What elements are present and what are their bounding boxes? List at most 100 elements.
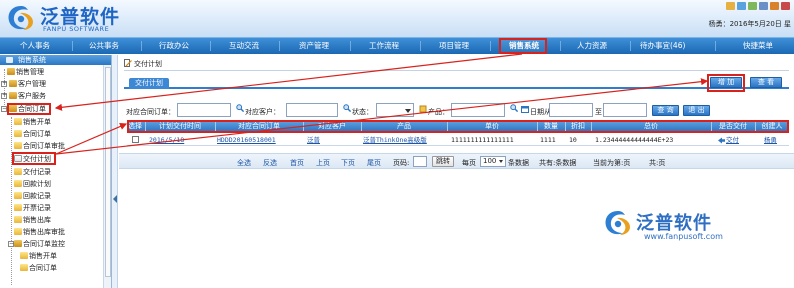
- query-button[interactable]: 查 询: [652, 105, 679, 116]
- sidebar-item-service[interactable]: 客户服务: [9, 92, 46, 101]
- per-page-suffix: 条数据: [508, 159, 529, 167]
- date-to-input[interactable]: [603, 103, 647, 117]
- cell-plan-date[interactable]: 2016/5/18: [149, 135, 213, 145]
- cell-order[interactable]: HDDD20160518001: [217, 135, 301, 145]
- nav-projects[interactable]: 项目管理: [439, 38, 469, 54]
- folder-icon: [14, 168, 22, 175]
- fanpu-logo-icon: [8, 6, 33, 31]
- customer-filter-input[interactable]: [286, 103, 338, 117]
- cell-price: 1111111111111111: [451, 136, 514, 144]
- sidebar-collapse-handle[interactable]: [112, 55, 118, 288]
- date-from-input[interactable]: [549, 103, 593, 117]
- table-header-highlight: [127, 120, 789, 133]
- cell-product[interactable]: 泛普ThinkOne高级版: [363, 135, 447, 145]
- sidebar-item-monitor-sales[interactable]: 销售开单: [20, 252, 57, 261]
- user-icon[interactable]: [759, 2, 768, 10]
- first-page-link[interactable]: 首页: [290, 158, 304, 168]
- chevron-down-icon: [499, 160, 503, 163]
- total-records: 共有:条数据: [539, 159, 577, 167]
- cell-customer[interactable]: 泛普: [307, 135, 357, 145]
- add-button[interactable]: 增 加: [710, 77, 742, 88]
- select-all-link[interactable]: 全选: [237, 158, 251, 168]
- expand-icon[interactable]: +: [1, 81, 7, 87]
- sidebar-header[interactable]: 销售系统: [0, 55, 111, 65]
- per-page-select[interactable]: 100: [480, 156, 506, 167]
- nav-workflow[interactable]: 工作流程: [369, 38, 399, 54]
- sidebar-item-monitor-contract[interactable]: 合同订单: [20, 264, 57, 273]
- last-page-link[interactable]: 尾页: [367, 158, 381, 168]
- order-filter-input[interactable]: [177, 103, 231, 117]
- nav-interaction[interactable]: 互动交流: [229, 38, 259, 54]
- status-filter-select[interactable]: [376, 103, 414, 117]
- nav-shortcuts[interactable]: 快捷菜单: [743, 38, 773, 54]
- exit-button[interactable]: 退 出: [683, 105, 710, 116]
- nav-admin-office[interactable]: 行政办公: [159, 38, 189, 54]
- calendar-icon: [521, 106, 529, 113]
- mail-icon[interactable]: [748, 2, 757, 10]
- search-icon[interactable]: [510, 104, 518, 112]
- product-filter-input[interactable]: [451, 103, 505, 117]
- search-icon[interactable]: [343, 104, 351, 112]
- jump-button[interactable]: 跳转: [432, 156, 454, 167]
- sidebar-item-outbound-approval[interactable]: 销售出库审批: [14, 228, 65, 237]
- sidebar-item-payment-plan[interactable]: 回款计划: [14, 180, 51, 189]
- book-icon: [14, 240, 22, 247]
- nav-separator: [279, 41, 280, 51]
- prev-page-link[interactable]: 上页: [316, 158, 330, 168]
- nav-todo[interactable]: 待办事宜(46): [640, 38, 685, 54]
- sidebar-item-contract-order[interactable]: 合同订单: [14, 130, 51, 139]
- folder-icon: [14, 118, 22, 125]
- customer-filter-label: 对应客户：: [245, 108, 280, 116]
- folder-icon: [14, 142, 22, 149]
- view-button[interactable]: 查 看: [750, 77, 782, 88]
- table-row[interactable]: 2016/5/18 HDDD20160518001 泛普 泛普ThinkOne高…: [127, 133, 789, 146]
- sidebar-item-contract-monitor[interactable]: 合同订单监控: [14, 240, 65, 249]
- deliver-link[interactable]: 交付: [726, 135, 752, 145]
- sidebar-item-label: 合同订单监控: [23, 240, 65, 248]
- help-icon[interactable]: [770, 2, 779, 10]
- nav-separator: [72, 41, 73, 51]
- tree-line: [11, 117, 12, 285]
- sidebar-scrollbar[interactable]: [103, 65, 111, 288]
- nav-sales[interactable]: 销售系统: [509, 38, 539, 54]
- sidebar-item-contract-approval[interactable]: 合同订单审批: [14, 142, 65, 151]
- book-icon: [9, 80, 17, 87]
- cell-discount: 10: [569, 136, 577, 144]
- status-filter-label: 状态：: [352, 108, 373, 116]
- search-icon[interactable]: [236, 104, 244, 112]
- sidebar-item-label: 合同订单审批: [23, 142, 65, 150]
- next-page-link[interactable]: 下页: [341, 158, 355, 168]
- sidebar-item-sales-order[interactable]: 销售开单: [14, 118, 51, 127]
- sidebar-item-payment-record[interactable]: 回款记录: [14, 192, 51, 201]
- module-icon: [6, 57, 13, 63]
- collapse-arrow-icon: [113, 195, 117, 203]
- nav-personal[interactable]: 个人事务: [20, 38, 50, 54]
- sidebar-item-label: 销售出库: [23, 216, 51, 224]
- nav-public[interactable]: 公共事务: [89, 38, 119, 54]
- cell-qty: 1111: [540, 136, 556, 144]
- logout-icon[interactable]: [781, 2, 790, 10]
- date-from-label: 日期从: [530, 108, 551, 116]
- nav-assets[interactable]: 资产管理: [299, 38, 329, 54]
- cell-total: 1.23444444444444E+23: [595, 136, 674, 144]
- sidebar-item-delivery-record[interactable]: 交付记录: [14, 168, 51, 177]
- cell-creator[interactable]: 杨勇: [764, 135, 788, 145]
- nav-hr[interactable]: 人力资源: [577, 38, 607, 54]
- user-date-line: 杨勇：2016年5月20日 星: [708, 20, 791, 28]
- sidebar-item-customers[interactable]: 客户管理: [9, 80, 46, 89]
- expand-icon[interactable]: +: [1, 93, 7, 99]
- home-icon[interactable]: [726, 2, 735, 10]
- row-checkbox[interactable]: [132, 136, 139, 143]
- invert-select-link[interactable]: 反选: [263, 158, 277, 168]
- sidebar-item-invoice-record[interactable]: 开票记录: [14, 204, 51, 213]
- page-number-input[interactable]: [413, 156, 427, 167]
- scrollbar-thumb[interactable]: [105, 67, 111, 277]
- sidebar-item-label: 合同订单: [29, 264, 57, 272]
- sidebar-item-sales-mgmt[interactable]: 销售管理: [7, 68, 44, 77]
- sidebar-item-label: 销售开单: [23, 118, 51, 126]
- refresh-icon[interactable]: [737, 2, 746, 10]
- folder-icon: [14, 180, 22, 187]
- chevron-down-icon: [405, 109, 411, 113]
- sidebar-item-outbound[interactable]: 销售出库: [14, 216, 51, 225]
- tab-delivery-plan[interactable]: 交付计划: [129, 78, 169, 89]
